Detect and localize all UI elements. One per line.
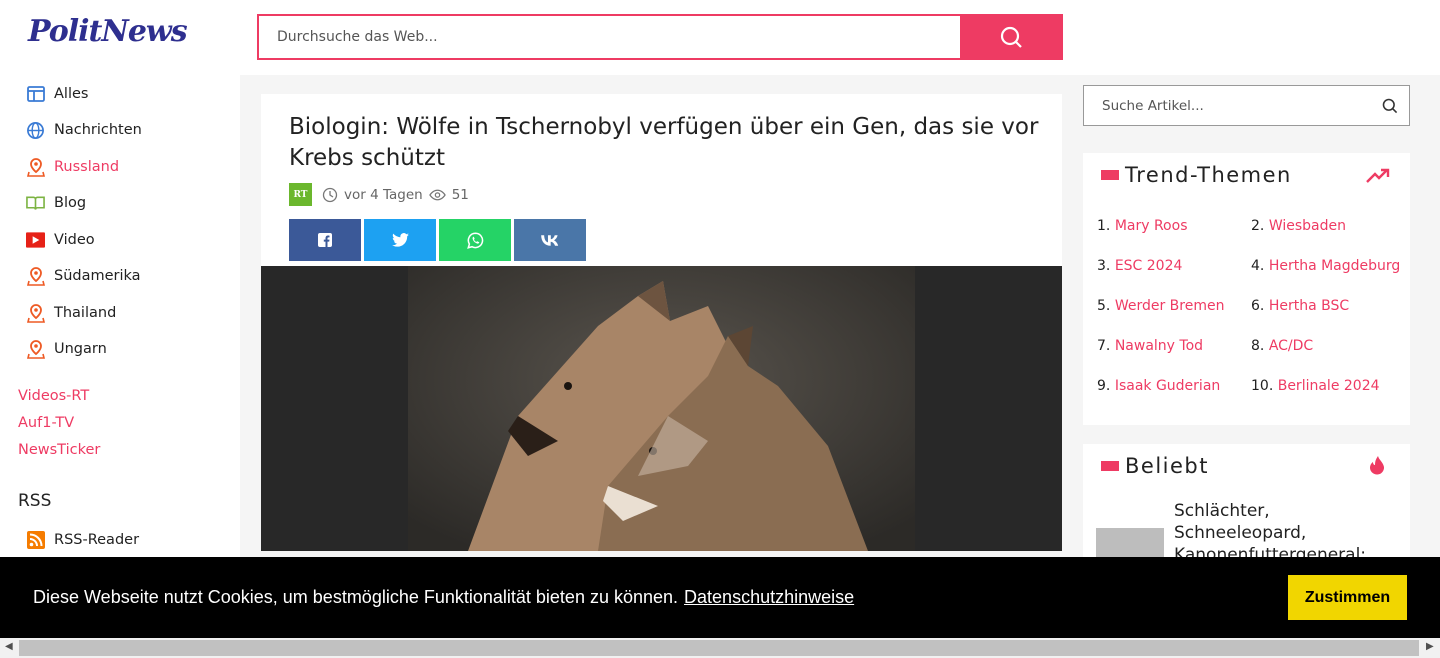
trending-up-icon [1366,168,1390,183]
link-videos-rt[interactable]: Videos-RT [18,388,89,404]
cookie-banner: Diese Webseite nutzt Cookies, um bestmög… [0,557,1440,638]
trend-themen-widget: Trend-Themen 1. Mary Roos 2. Wiesbaden 3… [1083,153,1410,425]
play-icon [26,231,45,250]
sidebar-item-blog[interactable]: Blog [26,191,86,215]
trend-item[interactable]: 1. Mary Roos [1097,218,1188,234]
sidebar-item-russland[interactable]: Russland [26,155,119,179]
map-pin-icon [26,339,45,359]
title-marker [1101,170,1119,180]
article-search-bar [1083,85,1410,126]
map-pin-icon [26,266,45,286]
link-auf1-tv[interactable]: Auf1-TV [18,415,74,431]
share-facebook-button[interactable] [289,219,361,261]
popular-thumbnail[interactable] [1096,528,1164,558]
search-icon[interactable] [1369,97,1409,114]
title-marker [1101,461,1119,471]
scroll-right-icon[interactable]: ▶ [1426,641,1434,652]
share-whatsapp-button[interactable] [439,219,511,261]
sidebar-item-rss-reader[interactable]: RSS-Reader [26,528,139,552]
trend-item[interactable]: 4. Hertha Magdeburg [1251,258,1400,274]
scrollbar-thumb[interactable] [19,640,1419,656]
article-views: 51 [451,186,469,203]
sidebar-item-label: Thailand [54,305,117,321]
sidebar-item-label: RSS-Reader [54,532,140,548]
sidebar-item-label: Blog [54,195,87,211]
wolves-photo [408,266,915,551]
article-search-input[interactable] [1084,97,1369,114]
article-hero-image[interactable] [261,266,1062,551]
horizontal-scrollbar[interactable]: ◀ ▶ [0,638,1440,658]
share-twitter-button[interactable] [364,219,436,261]
vk-icon [541,234,559,246]
sidebar-item-video[interactable]: Video [26,228,95,252]
rss-icon [26,531,45,550]
eye-icon [428,189,446,200]
cookie-message: Diese Webseite nutzt Cookies, um bestmög… [33,587,855,607]
share-vk-button[interactable] [514,219,586,261]
sidebar-item-suedamerika[interactable]: Südamerika [26,264,141,288]
rss-heading: RSS [18,491,52,511]
sidebar-item-nachrichten[interactable]: Nachrichten [26,118,142,142]
wolf-illustration [408,266,915,551]
sidebar-item-label: Ungarn [54,341,107,357]
article-title[interactable]: Biologin: Wölfe in Tschernobyl verfügen … [289,112,1049,174]
beliebt-widget: Beliebt Schlächter, Schneeleopard, Kanon… [1083,444,1410,558]
trend-item[interactable]: 10. Berlinale 2024 [1251,378,1380,394]
search-icon [1000,26,1022,48]
sidebar-item-label: Alles [54,86,89,102]
sidebar-item-alles[interactable]: Alles [26,82,88,106]
link-newsticker[interactable]: NewsTicker [18,442,100,458]
web-search-input[interactable] [259,16,960,58]
trend-item[interactable]: 6. Hertha BSC [1251,298,1349,314]
widget-title: Trend-Themen [1101,163,1292,187]
globe-icon [26,121,45,140]
map-pin-icon [26,303,45,323]
popular-item-title[interactable]: Schlächter, Schneeleopard, Kanonenfutter… [1174,500,1399,558]
fire-icon [1370,456,1385,475]
trend-item[interactable]: 3. ESC 2024 [1097,258,1182,274]
clock-icon [322,187,338,202]
twitter-icon [391,233,409,247]
trend-item[interactable]: 8. AC/DC [1251,338,1313,354]
sidebar-item-ungarn[interactable]: Ungarn [26,337,107,361]
trend-item[interactable]: 2. Wiesbaden [1251,218,1346,234]
web-search-bar [257,14,1063,60]
site-header: PolitNews [0,0,1440,75]
sidebar-item-label: Russland [54,159,120,175]
source-badge[interactable]: RT [289,183,312,206]
privacy-link[interactable]: Datenschutzhinweise [684,587,854,607]
web-search-button[interactable] [960,16,1061,58]
trend-item[interactable]: 7. Nawalny Tod [1097,338,1203,354]
map-pin-icon [26,157,45,177]
accept-cookies-button[interactable]: Zustimmen [1288,575,1407,620]
grid-icon [26,85,45,104]
article-meta: RT vor 4 Tagen 51 [289,183,469,206]
book-icon [26,194,45,213]
trend-item[interactable]: 5. Werder Bremen [1097,298,1224,314]
sidebar-item-label: Südamerika [54,268,141,284]
whatsapp-icon [466,232,483,249]
article-card: Biologin: Wölfe in Tschernobyl verfügen … [261,94,1062,551]
facebook-icon [318,233,332,247]
sidebar-item-label: Video [54,232,95,248]
sidebar-item-thailand[interactable]: Thailand [26,301,116,325]
site-logo[interactable]: PolitNews [28,14,188,49]
sidebar-item-label: Nachrichten [54,122,142,138]
article-time: vor 4 Tagen [344,186,423,203]
scroll-left-icon[interactable]: ◀ [5,641,13,652]
trend-item[interactable]: 9. Isaak Guderian [1097,378,1220,394]
widget-title: Beliebt [1101,454,1209,478]
